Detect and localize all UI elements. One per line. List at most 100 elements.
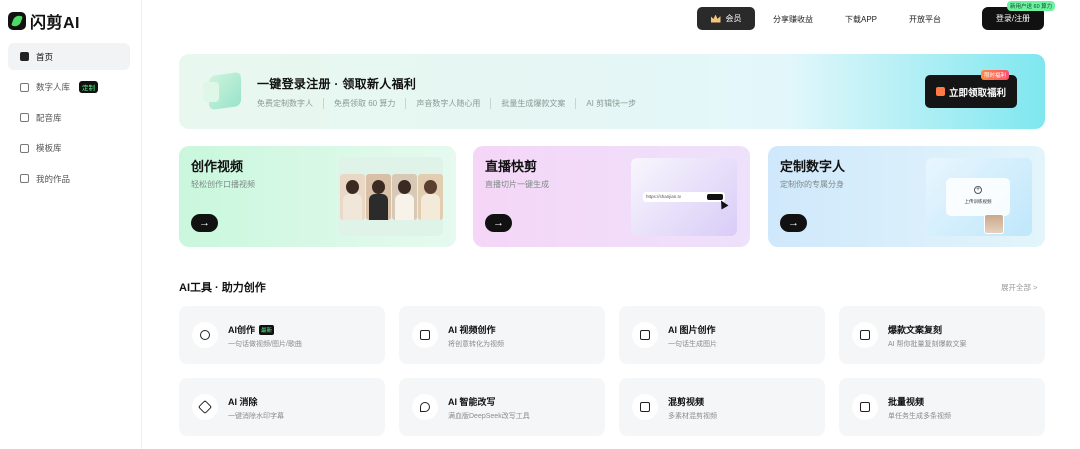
sidebar-item-label: 配音库: [36, 112, 62, 123]
login-badge: 新用户送 60 算力: [1007, 1, 1056, 11]
share-earn-link[interactable]: 分享赚收益: [773, 14, 813, 25]
custom-badge: 定制: [79, 81, 99, 93]
benefit-item: 免费定制数字人: [257, 99, 313, 108]
presenter-photo: [366, 174, 391, 220]
live-clip-illustration: https://shanjian.tv: [631, 158, 737, 236]
feature-card-live-clip[interactable]: 直播快剪 直播切片一键生成 → https://shanjian.tv: [473, 146, 750, 247]
presenter-photo: [392, 174, 417, 220]
presenter-photo: [340, 174, 365, 220]
tool-card-ai-erase[interactable]: AI 消除 一键消除水印字幕: [179, 378, 385, 436]
expand-all-link[interactable]: 展开全部 >: [1001, 282, 1037, 293]
tool-title: 混剪视频: [668, 397, 705, 407]
tool-desc: 一键消除水印字幕: [228, 413, 284, 420]
tool-title: AI 消除: [228, 397, 258, 407]
mix-video-icon: [632, 394, 658, 420]
download-app-link[interactable]: 下载APP: [845, 14, 877, 25]
new-badge: 最新: [259, 324, 275, 335]
banner-title: 一键登录注册 · 领取新人福利: [257, 77, 417, 91]
sidebar-item-digital-human[interactable]: 数字人库 定制: [8, 74, 130, 101]
feature-subtitle: 定制你的专属分身: [780, 180, 844, 189]
sidebar-item-label: 数字人库: [36, 82, 71, 92]
go-button: [707, 194, 723, 200]
rewrite-icon: [412, 394, 438, 420]
text-copy-icon: [852, 322, 878, 348]
sidebar: 闪剪AI 首页 数字人库 定制 配音库 模板库 我的作品: [0, 0, 142, 449]
tool-desc: AI 帮你批量复刻爆款文案: [888, 341, 967, 348]
image-create-icon: [632, 322, 658, 348]
upload-text: 上传训练视频: [964, 199, 992, 204]
tool-title: 批量视频: [888, 397, 925, 407]
tool-card-ai-image[interactable]: AI 图片创作 一句话生成图片: [619, 306, 825, 364]
app-logo[interactable]: 闪剪AI: [8, 9, 80, 33]
cursor-icon: [717, 198, 729, 210]
tool-card-copywriting[interactable]: 爆款文案复刻 AI 帮你批量复刻爆款文案: [839, 306, 1045, 364]
benefit-item: 批量生成爆款文案: [490, 98, 575, 109]
upload-illustration: + 上传训练视频: [926, 158, 1032, 236]
url-bar: https://shanjian.tv: [643, 192, 725, 202]
app-name: 闪剪AI: [30, 15, 81, 32]
benefit-item: 免费领取 60 算力: [323, 98, 405, 109]
presenter-photos: [338, 157, 443, 236]
open-platform-link[interactable]: 开放平台: [909, 14, 941, 25]
works-icon: [20, 174, 29, 183]
feature-title: 直播快剪: [485, 159, 538, 174]
benefit-item: AI 剪辑快一步: [575, 98, 646, 109]
crown-icon: [710, 14, 721, 23]
sidebar-item-label: 我的作品: [36, 173, 71, 184]
tool-desc: 多素材混剪视频: [668, 413, 717, 420]
tool-title: AI 图片创作: [668, 325, 716, 335]
tool-title: AI创作 最新: [228, 324, 275, 335]
sidebar-item-templates[interactable]: 模板库: [8, 135, 130, 162]
tool-desc: 满血版DeepSeek改写工具: [448, 413, 530, 420]
arrow-right-icon[interactable]: →: [780, 214, 807, 232]
presenter-photo: [418, 174, 443, 220]
template-icon: [20, 143, 29, 153]
sidebar-nav: 首页 数字人库 定制 配音库 模板库 我的作品: [8, 43, 130, 196]
tool-card-ai-video[interactable]: AI 视频创作 将创意转化为视频: [399, 306, 605, 364]
sparkle-icon: [192, 322, 218, 348]
eraser-icon: [192, 394, 218, 420]
sidebar-item-home[interactable]: 首页: [8, 43, 130, 70]
vip-button[interactable]: 会员: [697, 7, 755, 30]
tool-desc: 将创意转化为视频: [448, 341, 504, 348]
upload-panel: + 上传训练视频: [946, 178, 1010, 216]
digital-human-icon: [20, 82, 29, 92]
dubbing-icon: [20, 113, 29, 122]
tool-card-ai-rewrite[interactable]: AI 智能改写 满血版DeepSeek改写工具: [399, 378, 605, 436]
banner-illustration-small: [203, 82, 219, 102]
avatar: [984, 214, 1004, 234]
tool-card-ai-create[interactable]: AI创作 最新 一句话做视频/图片/歌曲: [179, 306, 385, 364]
tool-title: 爆款文案复刻: [888, 325, 943, 335]
promo-banner[interactable]: 一键登录注册 · 领取新人福利 免费定制数字人 免费领取 60 算力 声音数字人…: [179, 54, 1045, 129]
plus-icon: +: [974, 186, 982, 194]
feature-card-custom-avatar[interactable]: 定制数字人 定制你的专属分身 → + 上传训练视频: [768, 146, 1045, 247]
tool-card-batch-video[interactable]: 批量视频 单任务生成多条视频: [839, 378, 1045, 436]
benefit-item: 声音数字人随心用: [405, 98, 490, 109]
banner-benefits: 免费定制数字人 免费领取 60 算力 声音数字人随心用 批量生成爆款文案 AI …: [257, 98, 646, 109]
top-header: 会员 分享赚收益 下载APP 开放平台 登录/注册 新用户送 60 算力: [142, 0, 1080, 40]
tool-title: AI 智能改写: [448, 397, 496, 407]
sidebar-item-my-works[interactable]: 我的作品: [8, 165, 130, 192]
batch-video-icon: [852, 394, 878, 420]
url-text: https://shanjian.tv: [646, 194, 682, 199]
gift-icon: [935, 87, 945, 96]
logo-icon: [8, 12, 26, 30]
video-create-icon: [412, 322, 438, 348]
arrow-right-icon[interactable]: →: [485, 214, 512, 232]
vip-label: 会员: [725, 14, 742, 23]
arrow-right-icon[interactable]: →: [191, 214, 218, 232]
home-icon: [20, 52, 29, 61]
tools-section-title: AI工具 · 助力创作: [179, 282, 266, 294]
tool-desc: 一句话做视频/图片/歌曲: [228, 341, 302, 348]
feature-card-create-video[interactable]: 创作视频 轻松创作口播视频 →: [179, 146, 456, 247]
tool-desc: 一句话生成图片: [668, 341, 717, 348]
feature-title: 定制数字人: [780, 159, 846, 174]
sidebar-item-label: 首页: [36, 51, 54, 62]
tool-card-mix-video[interactable]: 混剪视频 多素材混剪视频: [619, 378, 825, 436]
feature-subtitle: 直播切片一键生成: [485, 180, 549, 189]
limited-offer-tag: 限时福利: [981, 70, 1010, 80]
claim-label: 立即领取福利: [948, 87, 1006, 99]
feature-title: 创作视频: [191, 159, 244, 174]
sidebar-item-label: 模板库: [36, 143, 62, 153]
sidebar-item-dubbing[interactable]: 配音库: [8, 104, 130, 131]
